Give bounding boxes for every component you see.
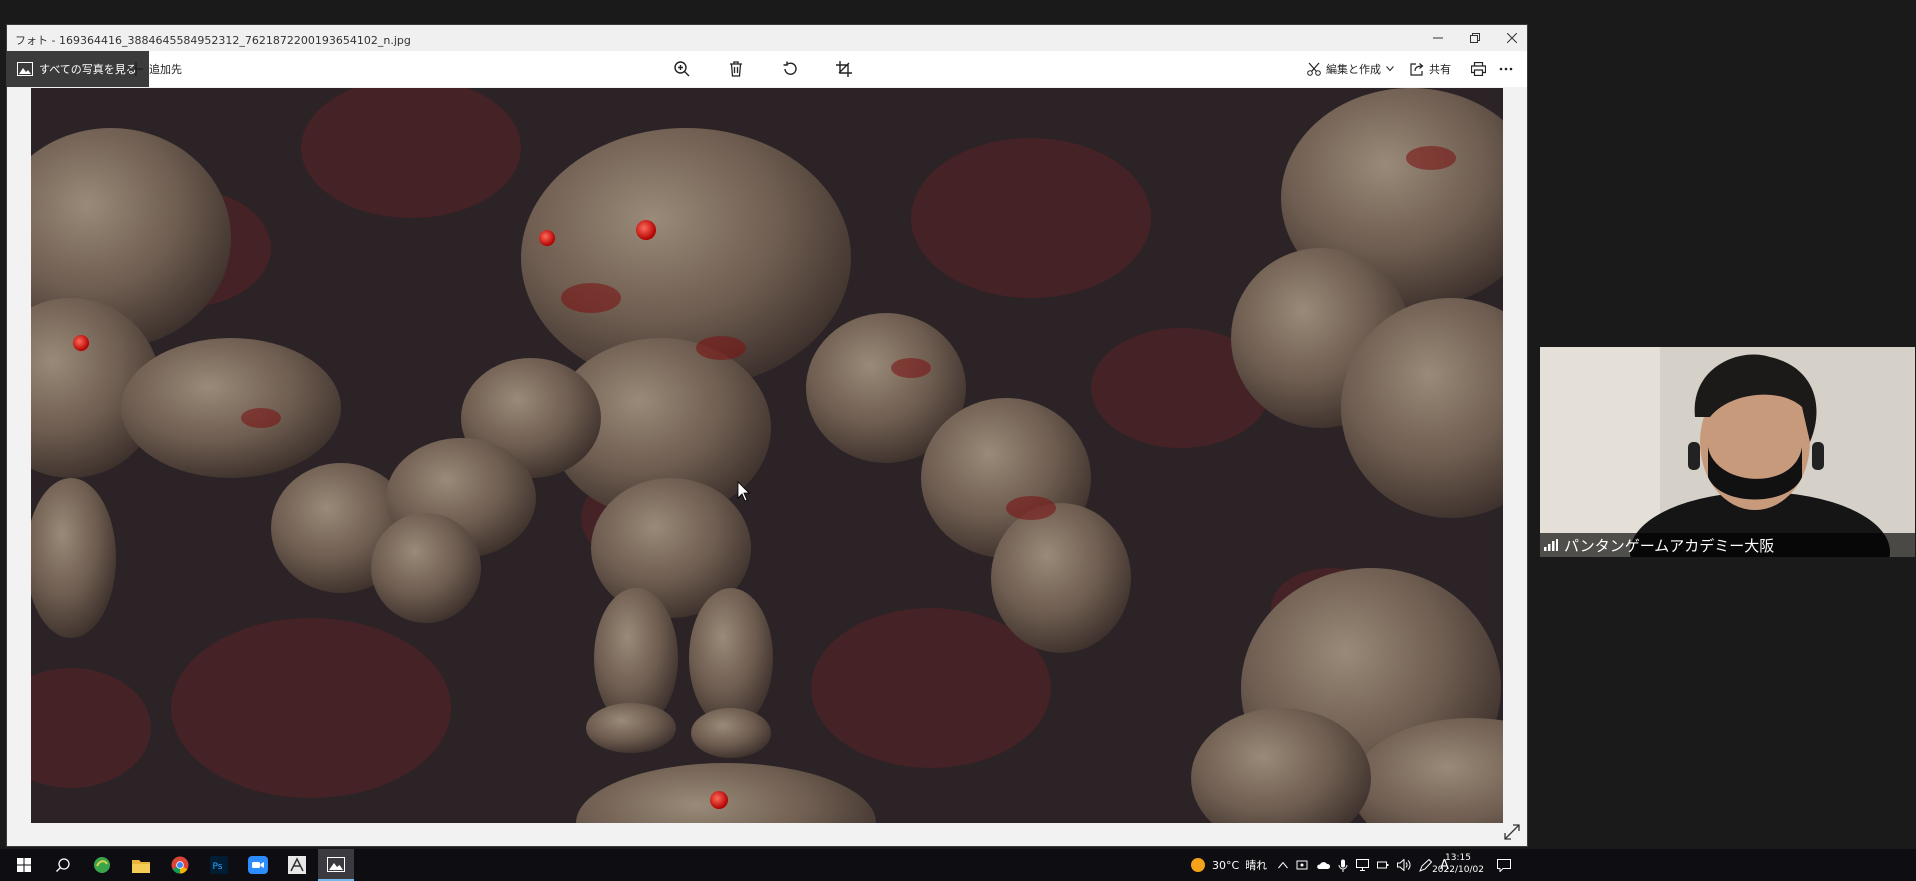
sun-icon xyxy=(1191,858,1205,872)
expand-icon xyxy=(1504,824,1520,840)
signal-bars-icon xyxy=(1544,539,1558,551)
photos-icon xyxy=(327,856,345,872)
start-button[interactable] xyxy=(6,849,42,881)
microphone-icon[interactable] xyxy=(1338,859,1348,872)
add-to-label: 追加先 xyxy=(149,63,182,76)
start-icon xyxy=(17,858,31,872)
all-photos-label: すべての写真を見る xyxy=(39,63,137,76)
rotate-button[interactable] xyxy=(775,55,805,83)
svg-text:Ps: Ps xyxy=(213,862,223,872)
crop-icon xyxy=(836,61,852,77)
rotate-icon xyxy=(783,61,797,75)
crop-button[interactable] xyxy=(829,55,859,83)
video-participant-tile[interactable]: パンタンゲームアカデミー大阪 xyxy=(1540,347,1915,557)
taskbar-file-explorer[interactable] xyxy=(123,849,159,881)
photo-viewer[interactable] xyxy=(31,88,1503,823)
taskbar-chrome[interactable] xyxy=(162,849,198,881)
display-icon[interactable] xyxy=(1356,859,1369,871)
more-button[interactable] xyxy=(1491,55,1521,83)
photos-window: フォト - 169364416_3884645584952312_7621872… xyxy=(6,24,1528,847)
chrome-icon xyxy=(171,856,189,874)
share-label: 共有 xyxy=(1429,63,1451,76)
weather-desc: 晴れ xyxy=(1245,859,1268,872)
onedrive-icon[interactable] xyxy=(1316,860,1330,870)
zoom-icon xyxy=(248,856,268,874)
taskbar-photos[interactable] xyxy=(318,849,354,881)
search-button[interactable] xyxy=(45,849,81,881)
notification-button[interactable] xyxy=(1486,849,1522,881)
taskbar-photoshop[interactable]: Ps xyxy=(201,849,237,881)
taskbar-app-green[interactable] xyxy=(84,849,120,881)
window-title: フォト - 169364416_3884645584952312_7621872… xyxy=(15,34,411,47)
file-explorer-icon xyxy=(132,859,150,873)
minimize-button[interactable] xyxy=(1419,25,1456,51)
zoom-button[interactable] xyxy=(667,55,697,83)
edit-scissors-icon xyxy=(1307,62,1321,76)
taskbar-zoom[interactable] xyxy=(240,849,276,881)
app-green-icon xyxy=(94,857,110,873)
taskbar: Ps 30°C 晴れ A 13:15 2022/10/02 xyxy=(0,849,1916,881)
photoshop-icon: Ps xyxy=(210,856,228,874)
print-icon xyxy=(1470,62,1486,76)
speaker-icon[interactable] xyxy=(1397,859,1411,871)
restore-button[interactable] xyxy=(1456,25,1493,51)
network-drive-icon[interactable] xyxy=(1296,859,1308,871)
zoom-in-icon xyxy=(674,61,690,77)
add-to-button[interactable]: 追加先 xyxy=(129,51,182,87)
taskbar-clip-studio[interactable] xyxy=(279,849,315,881)
close-icon xyxy=(1506,33,1517,43)
share-button[interactable]: 共有 xyxy=(1410,51,1451,87)
chevron-up-icon[interactable] xyxy=(1278,861,1288,869)
trash-icon xyxy=(730,61,742,77)
notification-icon xyxy=(1497,858,1511,872)
restore-icon xyxy=(1469,33,1480,43)
picture-icon xyxy=(17,62,33,76)
more-icon xyxy=(1499,67,1513,71)
participant-name: パンタンゲームアカデミー大阪 xyxy=(1564,536,1775,555)
pen-tablet-icon[interactable] xyxy=(1419,858,1432,872)
edit-create-button[interactable]: 編集と作成 xyxy=(1307,51,1394,87)
photos-toolbar: すべての写真を見る 追加先 編集と作成 共有 xyxy=(7,51,1527,87)
share-icon xyxy=(1410,63,1424,76)
clip-studio-icon xyxy=(288,856,306,874)
all-photos-button[interactable]: すべての写真を見る xyxy=(7,51,149,87)
participant-video xyxy=(1540,347,1915,557)
print-button[interactable] xyxy=(1463,55,1493,83)
chevron-down-icon xyxy=(1386,66,1394,72)
title-bar[interactable]: フォト - 169364416_3884645584952312_7621872… xyxy=(7,25,1527,51)
minimize-icon xyxy=(1432,37,1443,39)
delete-button[interactable] xyxy=(721,55,751,83)
clock-date: 2022/10/02 xyxy=(1432,865,1484,875)
taskbar-clock[interactable]: 13:15 2022/10/02 xyxy=(1432,852,1484,876)
weather-widget[interactable]: 30°C 晴れ xyxy=(1190,849,1267,881)
search-icon xyxy=(56,858,70,872)
participant-name-bar: パンタンゲームアカデミー大阪 xyxy=(1540,533,1915,557)
fullscreen-button[interactable] xyxy=(1501,821,1523,843)
edit-create-label: 編集と作成 xyxy=(1326,63,1381,76)
system-tray: A xyxy=(1278,849,1449,881)
plus-icon xyxy=(129,62,143,76)
clock-time: 13:15 xyxy=(1445,853,1471,863)
golem-render-image xyxy=(31,88,1503,823)
weather-temp: 30°C xyxy=(1212,858,1240,872)
battery-icon[interactable] xyxy=(1377,860,1389,870)
close-button[interactable] xyxy=(1493,25,1530,51)
